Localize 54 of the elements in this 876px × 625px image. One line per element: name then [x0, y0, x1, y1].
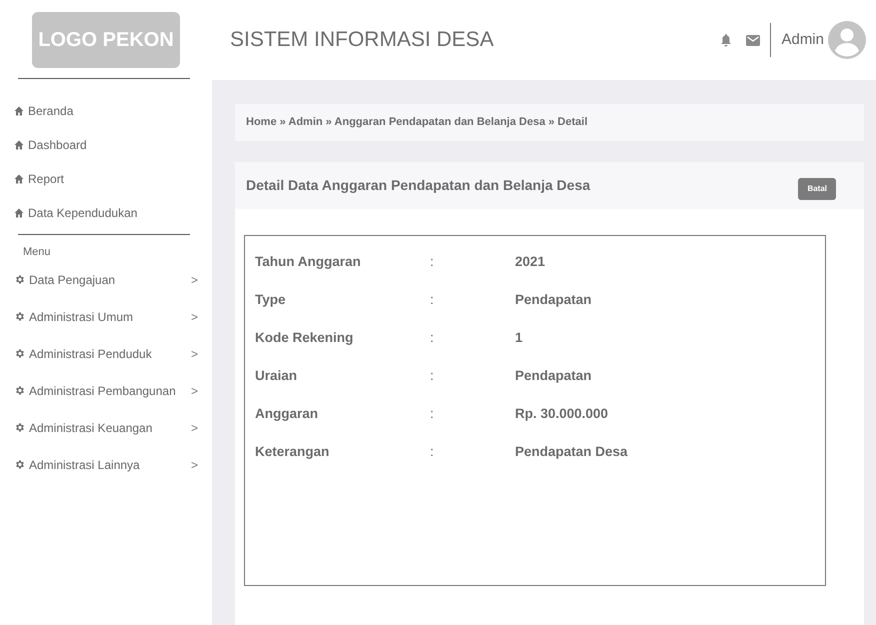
sidebar-item[interactable]: Data Pengajuan — [14, 270, 116, 288]
gear-icon — [14, 459, 25, 470]
avatar-icon[interactable] — [828, 21, 866, 59]
home-icon — [14, 106, 24, 116]
sidebar-item[interactable]: Dashboard — [14, 136, 87, 154]
sidebar-item[interactable]: Data Kependudukan — [14, 204, 138, 222]
section-label: Menu — [23, 245, 52, 260]
home-icon — [14, 174, 24, 184]
user-name[interactable]: Admin — [781, 28, 824, 52]
field-value: Rp. 30.000.000 — [515, 404, 608, 423]
cancel-button[interactable]: Batal — [798, 178, 836, 200]
sidebar-item[interactable]: Administrasi Penduduk — [14, 344, 152, 362]
separator: : — [430, 366, 435, 385]
separator: : — [430, 252, 435, 271]
home-icon — [14, 140, 24, 150]
sidebar-item[interactable]: Beranda — [14, 102, 74, 120]
bell-icon[interactable] — [720, 33, 732, 47]
breadcrumb: Home » Admin » Anggaran Pendapatan dan Belanja Desa » Detail — [235, 104, 864, 141]
chevron[interactable]: > — [190, 270, 198, 288]
gear-icon — [14, 274, 25, 285]
separator: : — [430, 442, 435, 461]
separator: : — [430, 290, 435, 309]
logo: LOGO PEKON — [32, 12, 180, 68]
sidebar-item[interactable]: Administrasi Keuangan — [14, 418, 152, 436]
mail-icon[interactable] — [746, 34, 760, 46]
field-value: Pendapatan Desa — [515, 442, 628, 461]
gear-icon — [14, 311, 25, 322]
chevron[interactable]: > — [190, 456, 198, 474]
field-value: Pendapatan — [515, 366, 592, 385]
separator: : — [430, 404, 435, 423]
sidebar-item[interactable]: Administrasi Lainnya — [14, 456, 140, 474]
field-value: 2021 — [515, 252, 546, 271]
field-label: Tahun Anggaran — [255, 252, 362, 271]
field-label: Anggaran — [255, 404, 320, 423]
sidebar-item[interactable]: Report — [14, 170, 64, 188]
field-value: Pendapatan — [515, 290, 592, 309]
chevron[interactable]: > — [190, 382, 198, 400]
chevron[interactable]: > — [190, 308, 198, 326]
home-icon — [14, 208, 24, 218]
field-label: Uraian — [255, 366, 298, 385]
separator: : — [430, 328, 435, 347]
chevron[interactable]: > — [190, 344, 198, 362]
card-title: Detail Data Anggaran Pendapatan dan Belanja Desa — [246, 176, 590, 195]
field-label: Kode Rekening — [255, 328, 354, 347]
field-value: 1 — [515, 328, 523, 347]
chevron[interactable]: > — [190, 418, 198, 436]
gear-icon — [14, 348, 25, 359]
field-label: Type — [255, 290, 287, 309]
gear-icon — [14, 422, 25, 433]
gear-icon — [14, 385, 25, 396]
sidebar-item[interactable]: Administrasi Umum — [14, 308, 134, 326]
app-title: SISTEM INFORMASI DESA — [230, 27, 495, 54]
field-label: Keterangan — [255, 442, 330, 461]
sidebar-item[interactable]: Administrasi Pembangunan — [14, 382, 176, 400]
